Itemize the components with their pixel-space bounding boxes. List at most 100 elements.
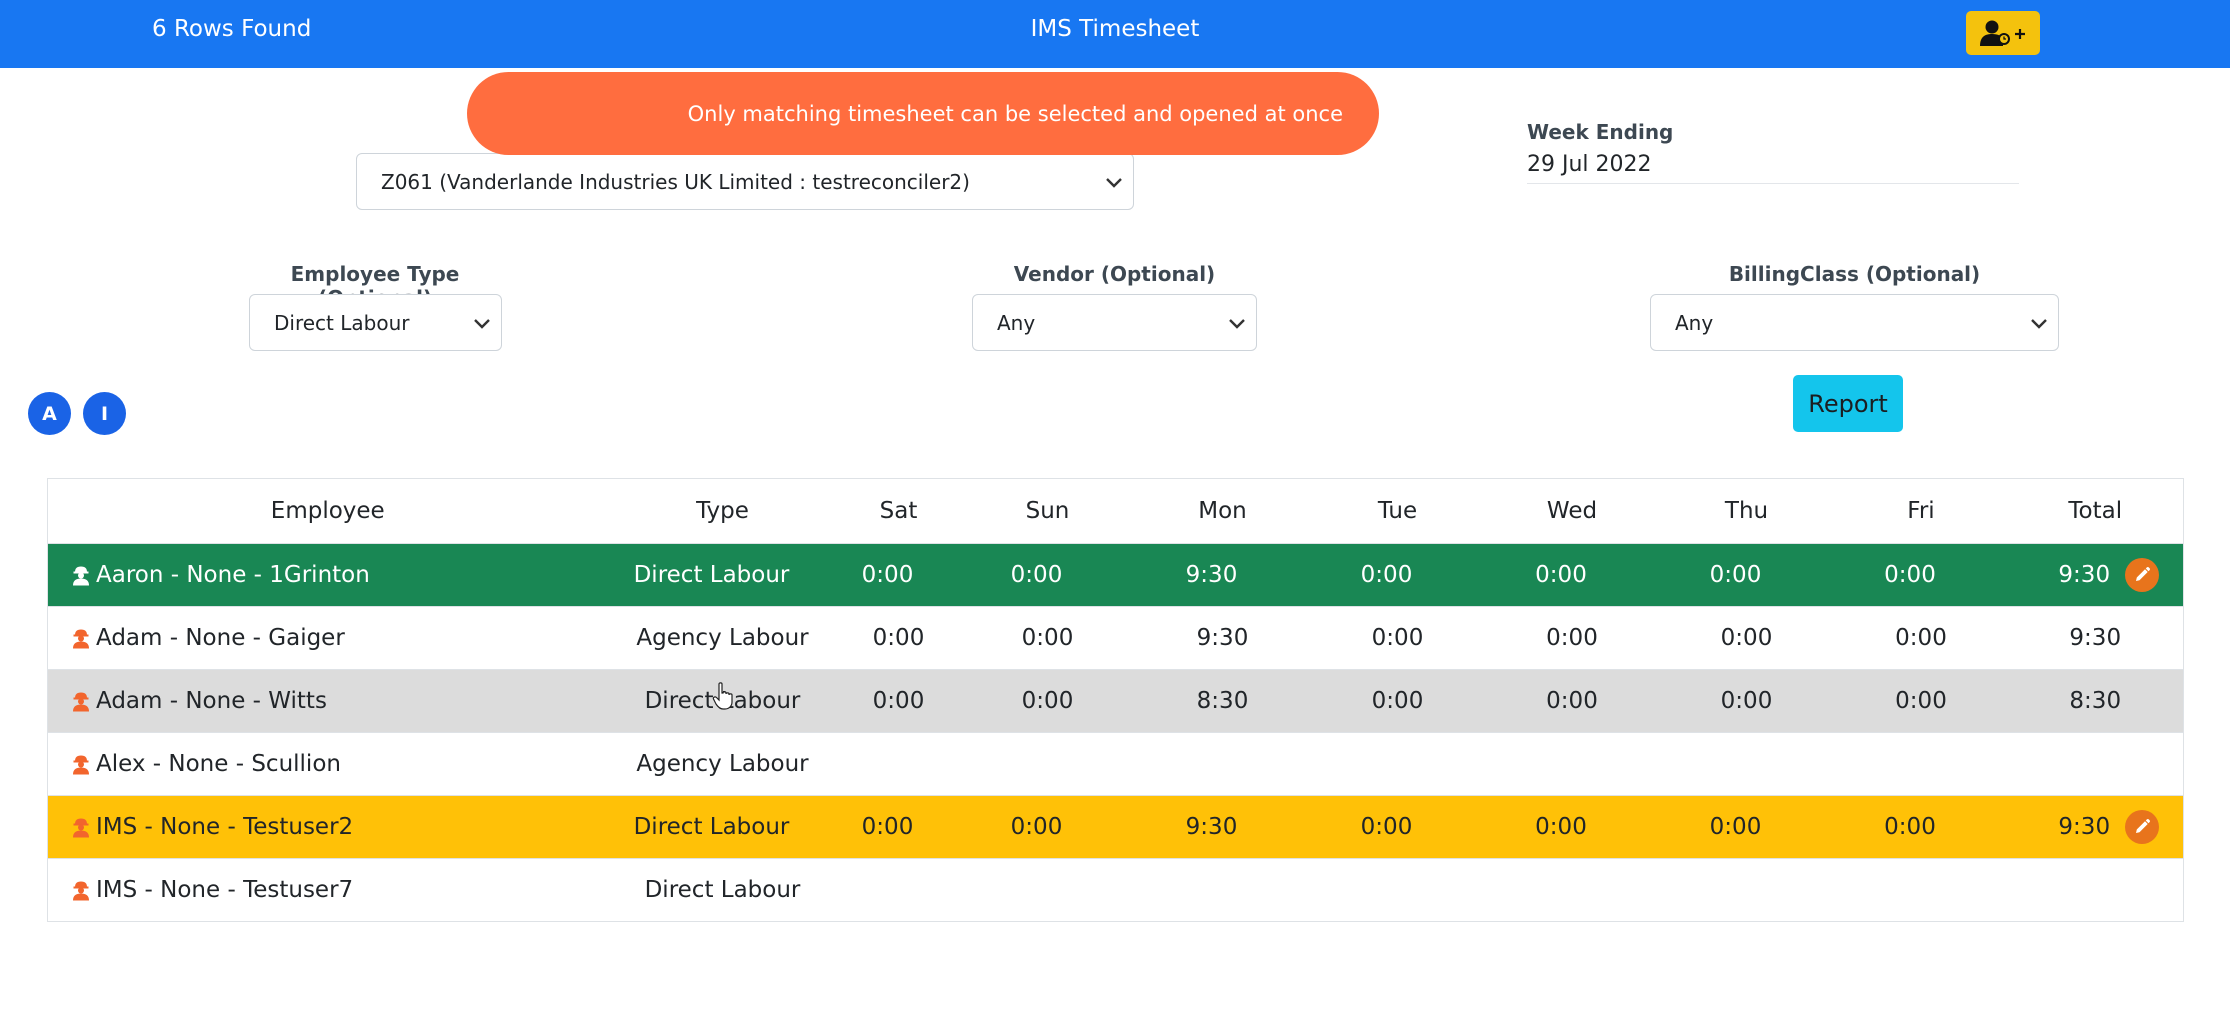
mon-cell: 9:30: [1135, 606, 1310, 670]
report-button[interactable]: Report: [1793, 375, 1903, 432]
thu-cell: [1658, 732, 1835, 796]
vendor-select[interactable]: Any: [972, 294, 1257, 351]
construction-worker-icon: [73, 818, 89, 837]
table-row[interactable]: Adam - None - Witts Direct Labour 0:00 0:00…: [47, 669, 2184, 733]
tue-cell: 0:00: [1309, 669, 1486, 733]
fri-cell: 0:00: [1834, 795, 2008, 859]
toggle-i-button[interactable]: I: [83, 392, 126, 435]
type-cell: Direct Labour: [607, 795, 838, 859]
wed-cell: [1485, 858, 1659, 922]
total-cell: 9:30: [2007, 543, 2184, 607]
construction-worker-icon: [73, 881, 89, 900]
tue-cell: 0:00: [1309, 795, 1486, 859]
top-navbar: 6 Rows Found IMS Timesheet: [0, 0, 2230, 68]
sat-cell: 0:00: [837, 543, 960, 607]
employee-name: Aaron - None - 1Grinton: [96, 562, 370, 588]
add-user-button[interactable]: [1966, 11, 2040, 55]
thu-cell: 0:00: [1658, 543, 1835, 607]
fri-cell: 0:00: [1834, 669, 2008, 733]
project-select-value: Z061 (Vanderlande Industries UK Limited …: [381, 169, 970, 194]
construction-worker-icon: [73, 629, 89, 648]
wed-cell: 0:00: [1485, 606, 1659, 670]
fri-cell: 0:00: [1834, 543, 2008, 607]
column-header-tue: Tue: [1377, 498, 1418, 524]
user-clock-plus-icon: [1980, 20, 2025, 46]
employee-cell[interactable]: Alex - None - Scullion: [47, 732, 608, 796]
construction-worker-icon: [73, 692, 89, 711]
tue-cell: [1309, 732, 1486, 796]
type-cell: Agency Labour: [607, 732, 838, 796]
table-row[interactable]: IMS - None - Testuser2 Direct Labour 0:00 0…: [47, 795, 2184, 859]
construction-worker-icon: [73, 566, 89, 585]
mon-cell: 9:30: [1135, 795, 1310, 859]
employee-cell[interactable]: IMS - None - Testuser7: [47, 858, 608, 922]
construction-worker-icon: [73, 755, 89, 774]
employee-name: IMS - None - Testuser2: [96, 814, 354, 840]
sat-cell: [837, 858, 960, 922]
edit-timesheet-button[interactable]: [2125, 810, 2159, 844]
fri-cell: [1834, 732, 2008, 796]
column-header-mon: Mon: [1198, 498, 1247, 524]
total-cell: 9:30: [2007, 606, 2184, 670]
thu-cell: [1658, 858, 1835, 922]
chevron-down-icon: [1229, 318, 1245, 329]
total-cell: [2007, 858, 2184, 922]
mon-cell: 9:30: [1135, 543, 1310, 607]
sun-cell: [959, 858, 1136, 922]
sun-cell: 0:00: [959, 543, 1136, 607]
wed-cell: [1485, 732, 1659, 796]
chevron-down-icon: [1106, 177, 1122, 188]
chevron-down-icon: [2031, 318, 2047, 329]
app-title: IMS Timesheet: [1030, 16, 1200, 42]
thu-cell: 0:00: [1658, 606, 1835, 670]
toggle-a-button[interactable]: A: [28, 392, 71, 435]
week-ending-value[interactable]: 29 Jul 2022: [1527, 152, 1652, 177]
employee-name: Adam - None - Gaiger: [96, 625, 345, 651]
sat-cell: 0:00: [837, 669, 960, 733]
tue-cell: [1309, 858, 1486, 922]
employee-type-value: Direct Labour: [274, 310, 410, 335]
vendor-label: Vendor (Optional): [1013, 262, 1216, 286]
column-header-employee: Employee: [270, 498, 385, 524]
employee-cell[interactable]: IMS - None - Testuser2: [47, 795, 608, 859]
table-row[interactable]: Aaron - None - 1Grinton Direct Labour 0:00…: [47, 543, 2184, 607]
total-cell: 9:30: [2007, 795, 2184, 859]
employee-cell[interactable]: Aaron - None - 1Grinton: [47, 543, 608, 607]
column-header-fri: Fri: [1907, 498, 1935, 524]
wed-cell: 0:00: [1485, 669, 1659, 733]
column-header-sun: Sun: [1025, 498, 1070, 524]
employee-name: Adam - None - Witts: [96, 688, 327, 714]
table-row[interactable]: Alex - None - Scullion Agency Labour: [47, 732, 2184, 796]
column-header-total: Total: [2068, 498, 2123, 524]
mon-cell: [1135, 732, 1310, 796]
toast-message: Only matching timesheet can be selected …: [687, 101, 1343, 126]
edit-timesheet-button[interactable]: [2125, 558, 2159, 592]
sun-cell: 0:00: [959, 606, 1136, 670]
thu-cell: 0:00: [1658, 795, 1835, 859]
employee-type-select[interactable]: Direct Labour: [249, 294, 502, 351]
billing-class-label: BillingClass (Optional): [1728, 262, 1981, 286]
total-cell: [2007, 732, 2184, 796]
project-select[interactable]: Z061 (Vanderlande Industries UK Limited …: [356, 153, 1134, 210]
fri-cell: [1834, 858, 2008, 922]
billing-class-select[interactable]: Any: [1650, 294, 2059, 351]
type-cell: Direct Labour: [607, 858, 838, 922]
sun-cell: [959, 732, 1136, 796]
sat-cell: 0:00: [837, 795, 960, 859]
column-header-thu: Thu: [1724, 498, 1769, 524]
toast-notification: Only matching timesheet can be selected …: [467, 72, 1379, 155]
fri-cell: 0:00: [1834, 606, 2008, 670]
table-row[interactable]: IMS - None - Testuser7 Direct Labour: [47, 858, 2184, 922]
type-cell: Direct Labour: [607, 543, 838, 607]
table-row[interactable]: Adam - None - Gaiger Agency Labour 0:00 0:0…: [47, 606, 2184, 670]
chevron-down-icon: [474, 318, 490, 329]
tue-cell: 0:00: [1309, 543, 1486, 607]
timesheet-table: Employee Type Sat Sun Mon Tue Wed Thu Fr…: [47, 478, 2184, 922]
sun-cell: 0:00: [959, 669, 1136, 733]
vendor-value: Any: [997, 310, 1036, 335]
employee-cell[interactable]: Adam - None - Witts: [47, 669, 608, 733]
mon-cell: [1135, 858, 1310, 922]
sat-cell: [837, 732, 960, 796]
employee-name: IMS - None - Testuser7: [96, 877, 354, 903]
employee-cell[interactable]: Adam - None - Gaiger: [47, 606, 608, 670]
